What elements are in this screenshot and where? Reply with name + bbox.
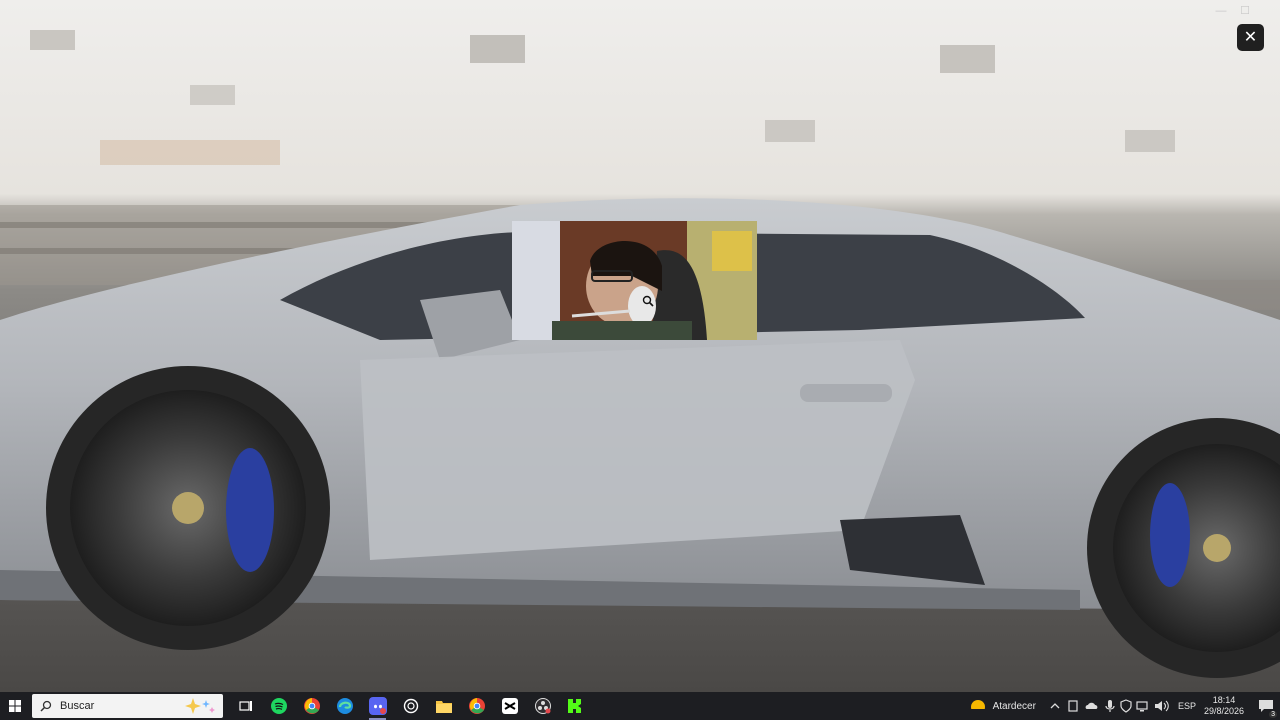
minimize-button[interactable]: — bbox=[1212, 4, 1230, 18]
search-placeholder: Buscar bbox=[60, 700, 95, 712]
sunset-icon bbox=[968, 700, 987, 715]
task-view-button[interactable] bbox=[229, 692, 262, 720]
notification-count: 3 bbox=[1269, 711, 1277, 718]
clock-time: 18:14 bbox=[1212, 695, 1236, 705]
webcam-image bbox=[512, 221, 757, 340]
taskbar-app-edge[interactable] bbox=[328, 692, 361, 720]
edge-icon bbox=[336, 698, 353, 714]
capcut-icon bbox=[501, 698, 518, 714]
copilot-sparkle-icon bbox=[185, 698, 215, 714]
notification-button[interactable]: 3 bbox=[1252, 692, 1280, 720]
taskbar-apps bbox=[229, 692, 592, 720]
chatgpt-icon bbox=[403, 698, 418, 714]
folder-icon bbox=[435, 701, 452, 713]
chevron-up-icon[interactable] bbox=[1048, 699, 1062, 713]
shield-icon[interactable] bbox=[1120, 699, 1132, 713]
taskbar-app-spotify[interactable] bbox=[262, 692, 295, 720]
maximize-button[interactable]: ☐ bbox=[1236, 4, 1254, 18]
discord-icon bbox=[368, 697, 387, 715]
kick-icon bbox=[567, 699, 581, 713]
tablet-icon[interactable] bbox=[1066, 699, 1080, 713]
windows-icon bbox=[9, 700, 21, 712]
system-tray: Atardecer ESP 18:14 29/8/2026 3 bbox=[968, 692, 1280, 720]
task-view-icon bbox=[238, 701, 252, 711]
webcam-overlay bbox=[512, 221, 757, 340]
spotify-icon bbox=[270, 698, 287, 714]
taskbar-app-discord[interactable] bbox=[361, 692, 394, 720]
onedrive-icon[interactable] bbox=[1084, 699, 1100, 713]
microphone-icon[interactable] bbox=[1104, 699, 1116, 713]
search-box[interactable]: Buscar bbox=[32, 694, 223, 718]
taskbar: Buscar Atardecer ESP 18:14 29/8/2026 3 bbox=[0, 692, 1280, 720]
start-button[interactable] bbox=[0, 692, 30, 720]
zoom-in-cursor-icon bbox=[642, 294, 654, 307]
photo-viewer: — ☐ ✕ bbox=[0, 0, 1280, 692]
taskbar-app-chatgpt[interactable] bbox=[394, 692, 427, 720]
taskbar-app-obs[interactable] bbox=[526, 692, 559, 720]
obs-icon bbox=[534, 698, 551, 714]
taskbar-app-chrome[interactable] bbox=[295, 692, 328, 720]
taskbar-app-file-explorer[interactable] bbox=[427, 692, 460, 720]
taskbar-app-kick[interactable] bbox=[559, 692, 592, 720]
clock[interactable]: 18:14 29/8/2026 bbox=[1204, 695, 1244, 717]
taskbar-app-capcut[interactable] bbox=[493, 692, 526, 720]
clock-date: 29/8/2026 bbox=[1203, 706, 1244, 716]
chrome-profile-icon bbox=[468, 698, 485, 714]
weather-widget[interactable]: Atardecer bbox=[968, 697, 1036, 715]
weather-label: Atardecer bbox=[992, 700, 1036, 712]
network-icon[interactable] bbox=[1136, 699, 1150, 713]
search-icon bbox=[40, 700, 52, 712]
language-indicator[interactable]: ESP bbox=[1178, 701, 1196, 711]
volume-icon[interactable] bbox=[1154, 699, 1170, 713]
chrome-icon bbox=[303, 698, 320, 714]
car-photo bbox=[0, 0, 1280, 692]
taskbar-app-chrome-alt[interactable] bbox=[460, 692, 493, 720]
close-button[interactable]: ✕ bbox=[1237, 24, 1264, 51]
